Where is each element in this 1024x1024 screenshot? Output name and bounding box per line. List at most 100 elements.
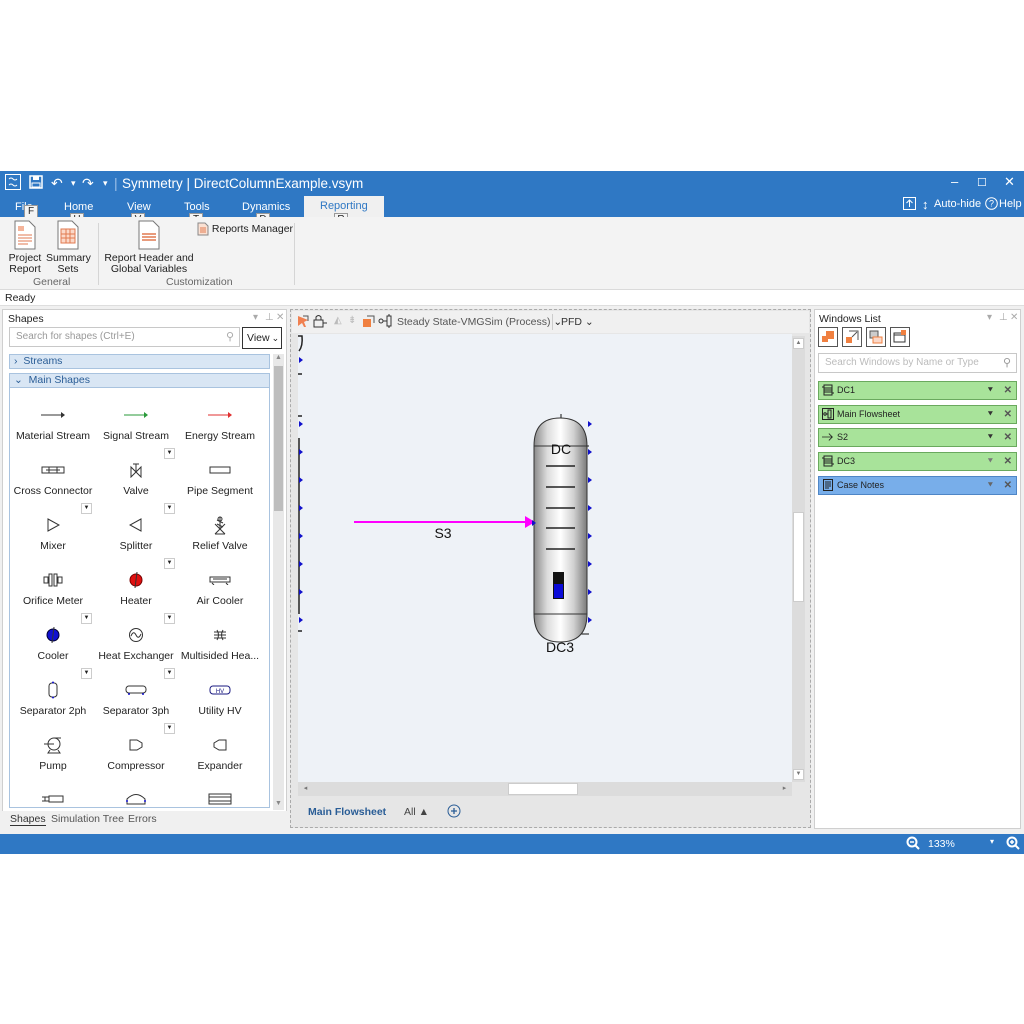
qa-customize-icon[interactable]: ▾ <box>103 175 108 191</box>
pin-icon[interactable]: ⊥ <box>999 312 1008 323</box>
report-header-button[interactable]: Report Header and Global Variables <box>104 220 194 275</box>
lock-icon[interactable] <box>312 314 328 331</box>
valve-variants-dropdown[interactable]: ▼ <box>164 448 175 459</box>
shape-mixer[interactable]: Mixer <box>11 516 95 552</box>
close-panel-icon[interactable]: ✕ <box>276 312 284 323</box>
auto-hide-button[interactable]: Auto-hide <box>934 198 981 210</box>
tab-all[interactable]: All ▲ <box>404 806 429 818</box>
port-marker[interactable] <box>299 617 303 623</box>
window-item-dc1[interactable]: DC1 ⯆ ✕ <box>818 381 1017 400</box>
help-button[interactable]: Help <box>999 198 1022 210</box>
stream-s3[interactable]: S3 <box>354 516 535 541</box>
tab-main-flowsheet[interactable]: Main Flowsheet <box>308 806 386 818</box>
separator-2ph-variants-dropdown[interactable]: ▼ <box>81 668 92 679</box>
close-window-icon[interactable]: ✕ <box>1004 429 1012 446</box>
mixer-variants-dropdown[interactable]: ▼ <box>81 503 92 514</box>
scroll-right-arrow[interactable]: ▸ <box>779 783 790 795</box>
canvas-horizontal-scrollbar[interactable]: ◂ ▸ <box>298 782 792 796</box>
panel-menu-icon[interactable]: ▾ <box>253 312 258 323</box>
heater-variants-dropdown[interactable]: ▼ <box>164 558 175 569</box>
port-marker[interactable] <box>588 561 592 567</box>
shape-pump[interactable]: Pump <box>11 736 95 772</box>
save-icon[interactable] <box>29 175 43 192</box>
shape-pipe-segment[interactable]: Pipe Segment <box>178 461 262 497</box>
shape-orifice-meter[interactable]: Orifice Meter <box>11 571 95 607</box>
window-item-s2[interactable]: S2 ⯆ ✕ <box>818 428 1017 447</box>
scroll-down-arrow[interactable]: ▼ <box>793 769 804 780</box>
splitter-variants-dropdown[interactable]: ▼ <box>164 503 175 514</box>
canvas-vertical-scrollbar[interactable]: ▲ ▼ <box>792 336 805 782</box>
port-marker[interactable] <box>588 449 592 455</box>
port-marker[interactable] <box>299 421 303 427</box>
window-item-case-notes[interactable]: Case Notes ⯆ ✕ <box>818 476 1017 495</box>
port-marker[interactable] <box>299 561 303 567</box>
project-report-button[interactable]: Project Report <box>6 220 44 275</box>
shape-partial[interactable] <box>178 790 262 807</box>
zoom-dropdown-icon[interactable]: ▾ <box>990 837 994 846</box>
panel-menu-icon[interactable]: ▾ <box>987 312 992 323</box>
tile-windows-button[interactable] <box>842 327 862 347</box>
partial-column-dc1[interactable] <box>298 335 303 632</box>
tab-simulation-tree[interactable]: Simulation Tree <box>51 813 124 825</box>
simulation-mode-select[interactable]: Steady State-VMGSim (Process) ⌄ <box>397 316 562 328</box>
flip-vertical-icon[interactable]: ⇟ <box>348 315 356 326</box>
scroll-left-arrow[interactable]: ◂ <box>300 783 311 795</box>
shape-relief-valve[interactable]: Relief Valve <box>178 516 262 552</box>
close-window-icon[interactable]: ✕ <box>1004 406 1012 423</box>
shape-energy-stream[interactable]: Energy Stream <box>178 406 262 442</box>
close-window-icon[interactable]: ✕ <box>1004 382 1012 399</box>
pfd-view-select[interactable]: PFD ⌄ <box>561 316 594 328</box>
port-marker[interactable] <box>588 421 592 427</box>
select-tool-icon[interactable] <box>296 314 310 331</box>
undo-icon[interactable]: ↶ <box>51 175 63 191</box>
close-button[interactable]: ✕ <box>1004 174 1015 190</box>
scroll-up-arrow[interactable]: ▲ <box>273 354 284 364</box>
reports-manager-button[interactable]: Reports Manager <box>197 222 293 236</box>
port-marker[interactable] <box>588 505 592 511</box>
windows-search-input[interactable]: Search Windows by Name or Type ⚲ <box>818 353 1017 373</box>
compressor-variants-dropdown[interactable]: ▼ <box>164 723 175 734</box>
minimize-button[interactable]: – <box>951 174 958 189</box>
flip-horizontal-icon[interactable]: ◭ <box>334 315 342 326</box>
port-marker[interactable] <box>588 617 592 623</box>
scroll-thumb[interactable] <box>274 366 283 511</box>
shape-partial[interactable] <box>94 790 178 807</box>
minimize-all-button[interactable] <box>866 327 886 347</box>
cascade-windows-button[interactable] <box>818 327 838 347</box>
pin-icon[interactable]: ⊥ <box>265 312 274 323</box>
port-marker[interactable] <box>299 533 303 539</box>
zoom-level[interactable]: 133% <box>928 838 955 850</box>
shape-multisided-heat-exchanger[interactable]: Multisided Hea... <box>178 626 262 662</box>
port-marker[interactable] <box>299 589 303 595</box>
shape-cooler[interactable]: Cooler <box>11 626 95 662</box>
collapse-ribbon-icon[interactable] <box>903 197 916 213</box>
cooler-variants-dropdown[interactable]: ▼ <box>81 613 92 624</box>
shape-separator-3ph[interactable]: Separator 3ph <box>94 681 178 717</box>
scroll-thumb[interactable] <box>508 783 578 795</box>
shape-cross-connector[interactable]: Cross Connector <box>11 461 95 497</box>
zoom-out-icon[interactable] <box>906 836 920 853</box>
close-panel-icon[interactable]: ✕ <box>1010 312 1018 323</box>
redo-icon[interactable]: ↷ <box>82 175 94 191</box>
connect-icon[interactable] <box>378 314 394 331</box>
pin-window-icon[interactable]: ⯆ <box>987 477 994 494</box>
app-logo-icon[interactable] <box>5 174 21 193</box>
category-streams[interactable]: › Streams <box>9 354 270 369</box>
shapes-search-input[interactable]: Search for shapes (Ctrl+E) ⚲ <box>9 327 240 347</box>
port-marker[interactable] <box>299 505 303 511</box>
port-marker[interactable] <box>588 477 592 483</box>
port-marker[interactable] <box>299 477 303 483</box>
shape-utility-hv[interactable]: HV Utility HV <box>178 681 262 717</box>
close-window-icon[interactable]: ✕ <box>1004 477 1012 494</box>
shape-expander[interactable]: Expander <box>178 736 262 772</box>
shape-heater[interactable]: Heater <box>94 571 178 607</box>
tab-view[interactable]: View <box>127 201 151 213</box>
window-item-main-flowsheet[interactable]: Main Flowsheet ⯆ ✕ <box>818 405 1017 424</box>
pin-window-icon[interactable]: ⯆ <box>987 453 994 470</box>
summary-sets-button[interactable]: Summary Sets <box>46 220 91 275</box>
port-marker[interactable] <box>588 533 592 539</box>
category-main-shapes[interactable]: ⌄ Main Shapes <box>9 373 270 388</box>
add-flowsheet-icon[interactable] <box>447 804 461 821</box>
new-window-button[interactable] <box>890 327 910 347</box>
port-marker[interactable] <box>588 589 592 595</box>
